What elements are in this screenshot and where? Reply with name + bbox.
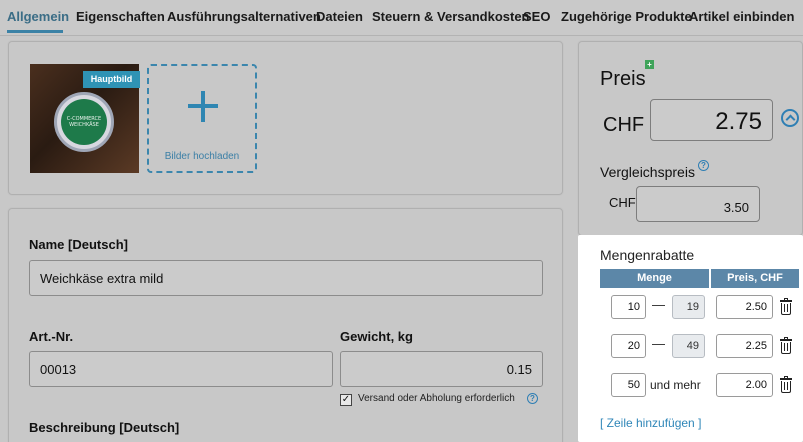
- name-input-value: Weichkäse extra mild: [40, 270, 164, 286]
- compare-price-currency: CHF: [609, 195, 636, 210]
- quantity-from-input[interactable]: 20: [611, 334, 646, 358]
- and-more-label: und mehr: [650, 378, 701, 392]
- compare-price-label: Vergleichspreis: [600, 164, 695, 180]
- quantity-from-input[interactable]: 50: [611, 373, 646, 397]
- cheese-label-text: C-COMMERCE WEICHKÄSE: [66, 116, 102, 128]
- description-label: Beschreibung [Deutsch]: [29, 420, 180, 435]
- discount-price-input[interactable]: 2.00: [716, 373, 773, 397]
- tab-artikel-einbinden[interactable]: Artikel einbinden: [689, 9, 794, 24]
- add-row-link[interactable]: [ Zeile hinzufügen ]: [600, 416, 701, 430]
- compare-price-help-icon[interactable]: ?: [698, 160, 709, 171]
- range-dash: —: [652, 336, 665, 351]
- weight-label: Gewicht, kg: [340, 329, 413, 344]
- tab-steuern-versandkosten[interactable]: Steuern & Versandkosten: [372, 9, 530, 24]
- active-tab-indicator: [7, 30, 63, 33]
- price-input[interactable]: 2.75: [650, 99, 773, 141]
- name-input[interactable]: Weichkäse extra mild: [29, 260, 543, 296]
- shipping-checkbox-label: Versand oder Abholung erforderlich: [358, 393, 515, 404]
- main-image-badge: Hauptbild: [83, 71, 140, 88]
- quantity-discounts-panel: Mengenrabatte Menge Preis, CHF 10 — 19 2…: [578, 235, 803, 442]
- add-icon[interactable]: +: [645, 60, 654, 69]
- discount-price-input[interactable]: 2.25: [716, 334, 773, 358]
- weight-input-value: 0.15: [506, 361, 532, 377]
- compare-price-input[interactable]: 3.50: [636, 186, 760, 222]
- details-card: Name [Deutsch] Weichkäse extra mild Art.…: [8, 208, 563, 442]
- artnr-input-value: 00013: [40, 361, 77, 377]
- chevron-up-icon[interactable]: [781, 109, 799, 127]
- help-icon[interactable]: ?: [527, 393, 538, 404]
- artnr-input[interactable]: 00013: [29, 351, 333, 387]
- tab-eigenschaften[interactable]: Eigenschaften: [76, 9, 165, 24]
- artnr-label: Art.-Nr.: [29, 329, 74, 344]
- tab-ausfuehrungsalternativen[interactable]: Ausführungsalternativen: [167, 9, 321, 24]
- column-header-quantity: Menge: [600, 269, 709, 288]
- upload-images-label: Bilder hochladen: [164, 151, 240, 162]
- price-title: Preis: [600, 68, 646, 90]
- plus-icon-bar: [188, 104, 218, 108]
- images-card: C-COMMERCE WEICHKÄSE Hauptbild Bilder ho…: [8, 41, 563, 195]
- price-card: Preis + CHF 2.75 Vergleichspreis ? CHF 3…: [578, 41, 803, 236]
- quantity-discounts-title: Mengenrabatte: [600, 247, 695, 263]
- shipping-checkbox[interactable]: ✓: [340, 394, 352, 406]
- tab-seo[interactable]: SEO: [523, 9, 550, 24]
- quantity-to-readonly: 49: [672, 334, 705, 358]
- quantity-to-readonly: 19: [672, 295, 705, 319]
- trash-icon[interactable]: [780, 376, 792, 393]
- tab-zugehoerige-produkte[interactable]: Zugehörige Produkte: [561, 9, 692, 24]
- tab-dateien[interactable]: Dateien: [316, 9, 363, 24]
- trash-icon[interactable]: [780, 298, 792, 315]
- weight-input[interactable]: 0.15: [340, 351, 543, 387]
- quantity-from-input[interactable]: 10: [611, 295, 646, 319]
- name-label: Name [Deutsch]: [29, 237, 128, 252]
- tab-bar: Allgemein Eigenschaften Ausführungsalter…: [0, 0, 803, 36]
- trash-icon[interactable]: [780, 337, 792, 354]
- tab-allgemein[interactable]: Allgemein: [7, 9, 69, 24]
- upload-images-button[interactable]: Bilder hochladen: [147, 64, 257, 173]
- column-header-price: Preis, CHF: [711, 269, 799, 288]
- price-currency: CHF: [603, 114, 645, 136]
- range-dash: —: [652, 297, 665, 312]
- discount-price-input[interactable]: 2.50: [716, 295, 773, 319]
